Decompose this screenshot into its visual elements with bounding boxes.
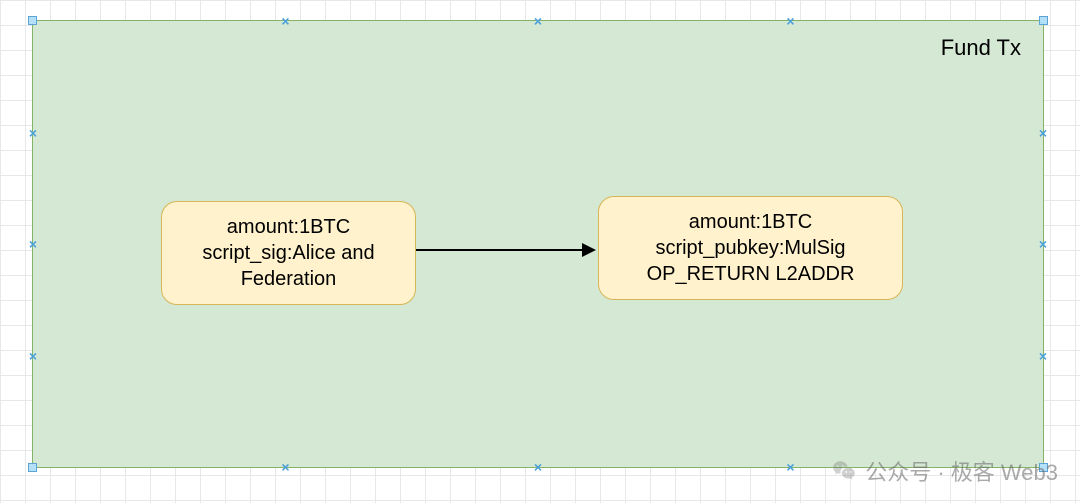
edge-handle-bottom-2[interactable]: × bbox=[534, 460, 542, 474]
edge-handle-right-1[interactable]: × bbox=[1039, 126, 1047, 140]
output-line-1: amount:1BTC bbox=[617, 209, 884, 235]
edge-handle-left-3[interactable]: × bbox=[29, 349, 37, 363]
watermark: 公众号 · 极客 Web3 bbox=[831, 455, 1058, 487]
watermark-text: 公众号 · 极客 Web3 bbox=[865, 455, 1058, 487]
wechat-icon bbox=[831, 458, 857, 484]
arrow-connector[interactable] bbox=[416, 249, 584, 251]
edge-handle-left-1[interactable]: × bbox=[29, 126, 37, 140]
input-node[interactable]: amount:1BTC script_sig:Alice and Federat… bbox=[161, 201, 416, 305]
edge-handle-top-2[interactable]: × bbox=[534, 14, 542, 28]
resize-handle-tl[interactable] bbox=[28, 16, 37, 25]
edge-handle-right-3[interactable]: × bbox=[1039, 349, 1047, 363]
resize-handle-tr[interactable] bbox=[1039, 16, 1048, 25]
input-line-1: amount:1BTC bbox=[180, 214, 397, 240]
resize-handle-bl[interactable] bbox=[28, 463, 37, 472]
container-title: Fund Tx bbox=[941, 35, 1021, 61]
fund-tx-container[interactable]: × × × × × × × × × × × × Fund Tx amount:1… bbox=[32, 20, 1044, 468]
input-line-2: script_sig:Alice and bbox=[180, 240, 397, 266]
output-node[interactable]: amount:1BTC script_pubkey:MulSig OP_RETU… bbox=[598, 196, 903, 300]
input-line-3: Federation bbox=[180, 266, 397, 292]
edge-handle-top-3[interactable]: × bbox=[786, 14, 794, 28]
output-line-2: script_pubkey:MulSig bbox=[617, 235, 884, 261]
arrow-head-icon bbox=[582, 243, 596, 257]
edge-handle-bottom-1[interactable]: × bbox=[281, 460, 289, 474]
edge-handle-bottom-3[interactable]: × bbox=[786, 460, 794, 474]
edge-handle-right-2[interactable]: × bbox=[1039, 237, 1047, 251]
edge-handle-left-2[interactable]: × bbox=[29, 237, 37, 251]
output-line-3: OP_RETURN L2ADDR bbox=[617, 261, 884, 287]
edge-handle-top-1[interactable]: × bbox=[281, 14, 289, 28]
